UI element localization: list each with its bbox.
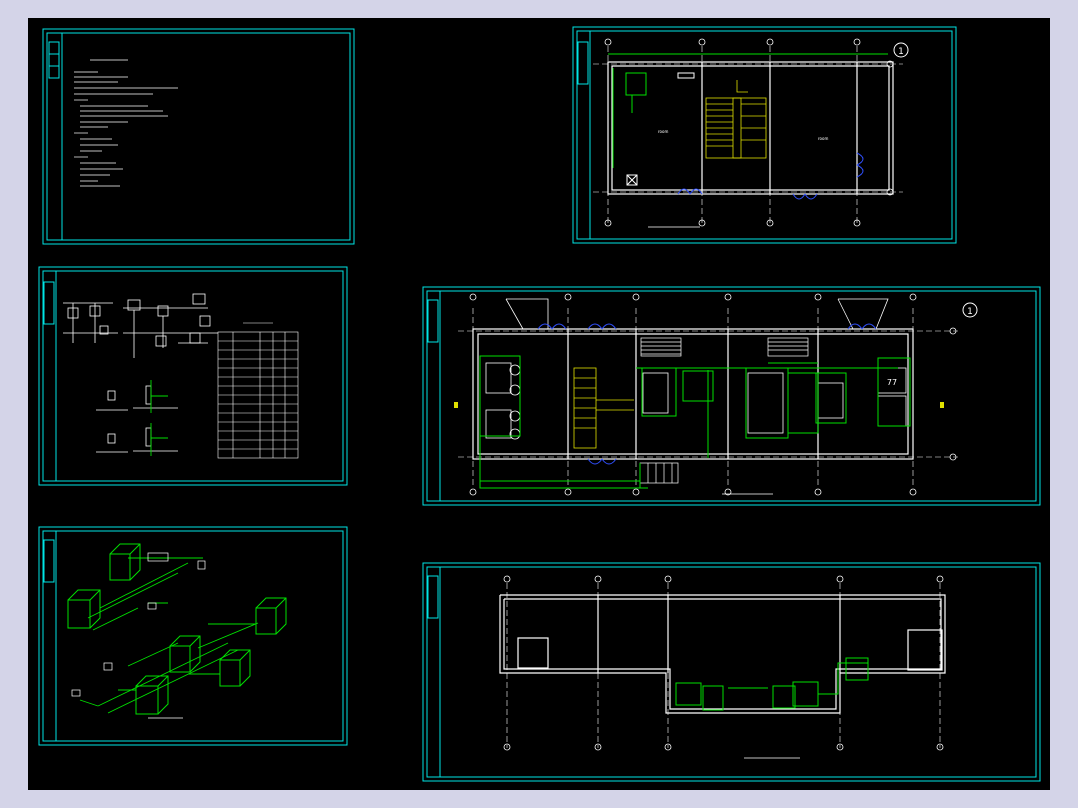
pipes-upper [608,53,888,168]
stair-ground [573,367,634,449]
sheet-upper-floor-plan[interactable]: 1 room room [572,26,957,244]
grid-marker-label: 1 [967,307,973,317]
isometric-tanks [67,543,287,715]
sheet-design-notes[interactable] [42,28,355,245]
equipment-table [217,322,299,459]
cad-drawing: 1 room room 1 77 [38,26,1041,782]
doors-ground [537,323,877,465]
pipes-ground [479,355,911,489]
grid-marker-label: 1 [898,47,904,57]
cad-model-space[interactable]: 1 room room 1 77 [28,18,1050,790]
svg-text:room: room [818,136,828,141]
isometric-pipes [79,557,259,714]
pipes-roof [675,657,869,711]
sheet-roof-plan[interactable] [422,562,1041,782]
sheet-ground-floor-plan[interactable]: 1 77 [422,286,1041,506]
stair-upper [705,80,767,159]
sheet-isometric-view[interactable] [38,526,348,746]
water-tank-label: 77 [887,378,897,387]
svg-text:room: room [658,129,668,134]
sheet-system-schematic[interactable] [38,266,348,486]
